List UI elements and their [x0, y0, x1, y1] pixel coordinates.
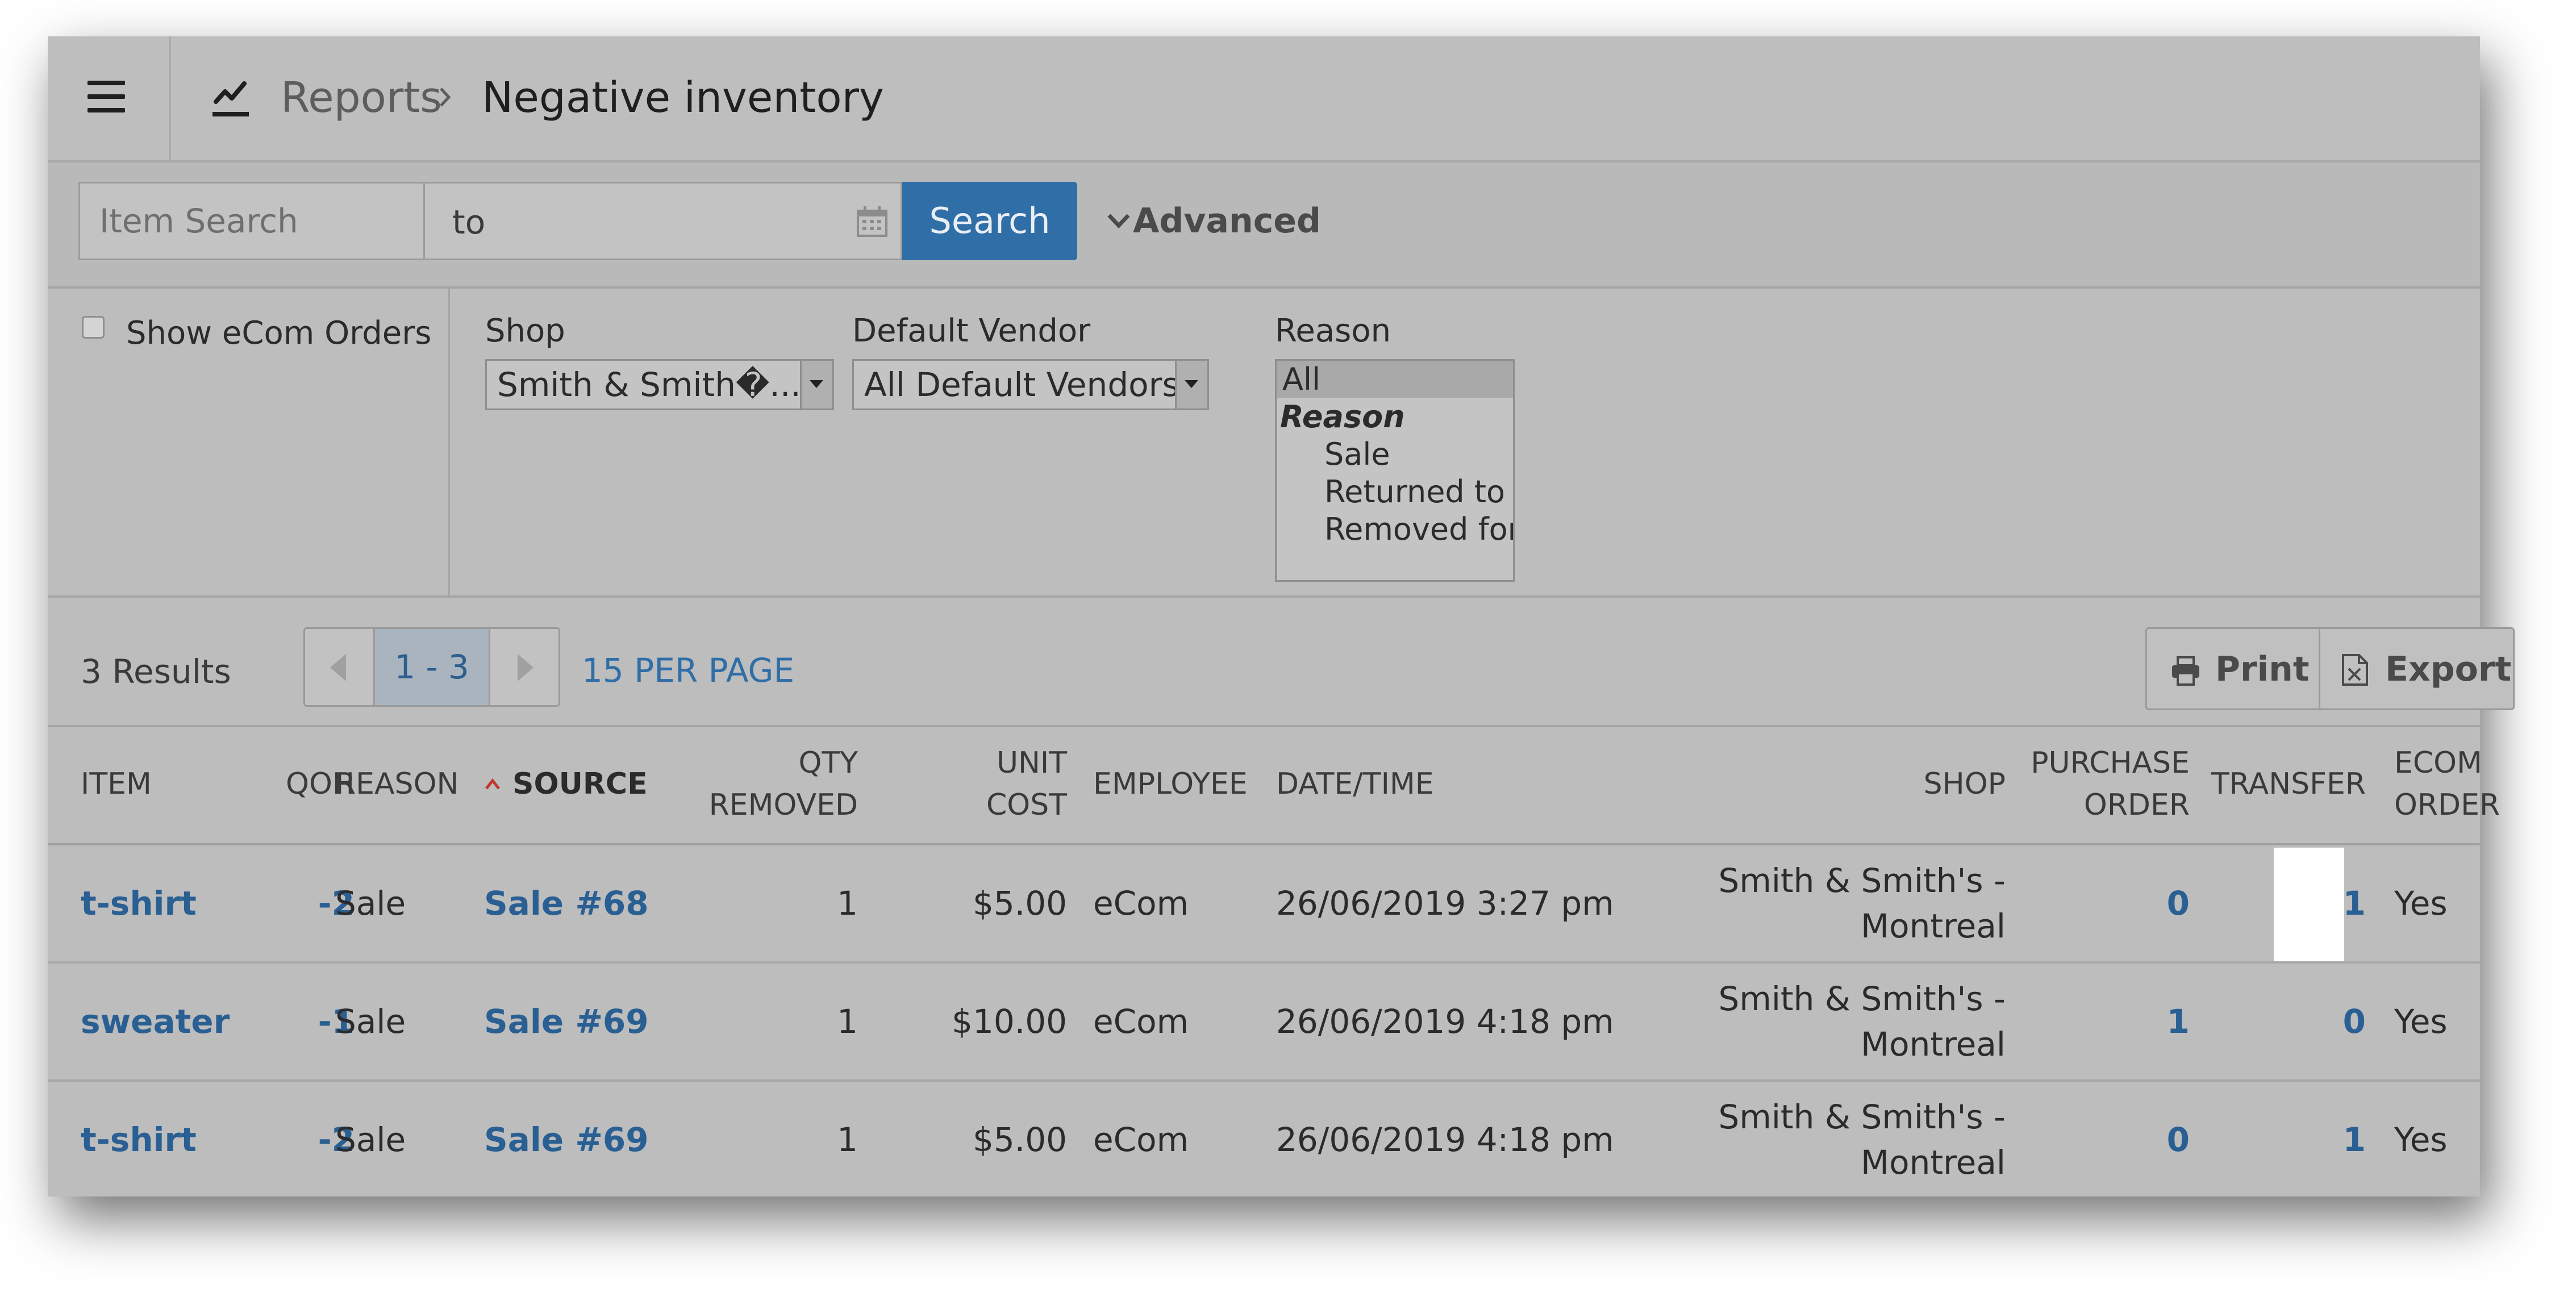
dropdown-arrow-icon	[1175, 361, 1207, 408]
source-link[interactable]: Sale #69	[484, 1082, 649, 1198]
purchase-order-link[interactable]: 1	[2002, 964, 2190, 1079]
chevron-right-icon	[440, 87, 451, 107]
col-reason[interactable]: REASON	[335, 739, 458, 829]
purchase-order-link[interactable]: 0	[2002, 1082, 2190, 1198]
col-purchase-order[interactable]: PURCHASE ORDER	[2002, 739, 2190, 829]
unit-cost-cell: $5.00	[972, 1120, 1067, 1159]
col-qty-removed[interactable]: QTY REMOVED	[673, 739, 858, 829]
vendor-select-value: All Default Vendors	[864, 365, 1179, 404]
ecom-order-cell: Yes	[2394, 1002, 2448, 1041]
reason-option-returned[interactable]: Returned to vendor	[1277, 473, 1513, 511]
vendor-filter-label: Default Vendor	[852, 312, 1091, 349]
menu-button[interactable]	[48, 36, 171, 160]
source-link[interactable]: Sale #68	[484, 845, 649, 961]
advanced-toggle[interactable]: Advanced	[1104, 201, 1321, 241]
chart-check-icon	[212, 81, 249, 116]
menu-icon	[87, 108, 125, 112]
date-range-text: to	[452, 203, 486, 241]
employee-cell: eCom	[1093, 884, 1189, 923]
print-button[interactable]: Print	[2147, 629, 2320, 708]
reason-cell: Sale	[335, 884, 406, 923]
qty-removed-cell: 1	[837, 1120, 858, 1159]
action-buttons: Print Export	[2145, 627, 2515, 710]
item-link[interactable]: t-shirt	[81, 1082, 197, 1198]
datetime-cell: 26/06/2019 4:18 pm	[1276, 1120, 1614, 1159]
date-range-field[interactable]: to	[425, 182, 902, 260]
export-button[interactable]: Export	[2320, 629, 2513, 708]
show-ecom-label[interactable]: Show eCom Orders	[126, 315, 431, 352]
printer-icon	[2172, 656, 2199, 686]
dropdown-arrow-icon	[800, 361, 832, 408]
qty-removed-cell: 1	[837, 884, 858, 923]
unit-cost-cell: $5.00	[972, 884, 1067, 923]
reason-cell: Sale	[335, 1002, 406, 1041]
print-label: Print	[2215, 649, 2310, 689]
item-link[interactable]: sweater	[81, 964, 230, 1079]
transfer-link[interactable]: 0	[2195, 964, 2366, 1079]
shop-cell: Smith & Smith's - Montreal	[1718, 979, 2006, 1064]
page-title: Negative inventory	[482, 73, 884, 122]
previous-page-button[interactable]	[305, 629, 375, 705]
chevron-down-icon	[1107, 214, 1130, 229]
shop-filter-label: Shop	[485, 312, 565, 349]
search-button[interactable]: Search	[902, 182, 1077, 260]
employee-cell: eCom	[1093, 1002, 1189, 1041]
menu-icon	[87, 94, 125, 99]
advanced-label: Advanced	[1133, 201, 1321, 241]
purchase-order-link[interactable]: 0	[2002, 845, 2190, 961]
export-label: Export	[2385, 649, 2512, 689]
shop-cell: Smith & Smith's - Montreal	[1718, 1098, 2006, 1182]
datetime-cell: 26/06/2019 3:27 pm	[1276, 884, 1614, 923]
reason-option-all[interactable]: All	[1277, 361, 1513, 398]
vendor-select[interactable]: All Default Vendors	[852, 359, 1209, 410]
col-source[interactable]: SOURCE	[484, 739, 648, 829]
menu-icon	[87, 81, 125, 85]
qty-removed-cell: 1	[837, 1002, 858, 1041]
reason-filter-label: Reason	[1275, 312, 1391, 349]
breadcrumb-reports[interactable]: Reports	[281, 69, 442, 126]
col-ecom-order[interactable]: ECOM ORDER	[2394, 739, 2500, 829]
calendar-icon[interactable]	[856, 205, 889, 238]
col-datetime[interactable]: DATE/TIME	[1276, 739, 1434, 829]
col-shop[interactable]: SHOP	[1866, 739, 2006, 829]
spreadsheet-icon	[2342, 654, 2368, 686]
shop-select-value: Smith & Smith�...	[497, 365, 801, 404]
col-unit-cost[interactable]: UNIT COST	[934, 739, 1067, 829]
results-count: 3 Results	[81, 652, 231, 691]
current-page-range: 1 - 3	[375, 629, 489, 705]
app-window: Reports Negative inventory to Search Adv…	[48, 36, 2515, 1198]
employee-cell: eCom	[1093, 1120, 1189, 1159]
filters-divider	[448, 289, 450, 595]
shop-cell: Smith & Smith's - Montreal	[1718, 861, 2006, 945]
col-employee[interactable]: EMPLOYEE	[1093, 739, 1248, 829]
reason-option-sale[interactable]: Sale	[1277, 436, 1513, 473]
reason-option-removed[interactable]: Removed for transfer	[1277, 511, 1513, 548]
reason-cell: Sale	[335, 1120, 406, 1159]
shop-select[interactable]: Smith & Smith�...	[485, 359, 834, 410]
ecom-order-cell: Yes	[2394, 884, 2448, 923]
unit-cost-cell: $10.00	[952, 1002, 1067, 1041]
transfer-link[interactable]: 1	[2195, 845, 2366, 961]
col-item[interactable]: ITEM	[81, 739, 152, 829]
reason-listbox[interactable]: All Reason Sale Returned to vendor Remov…	[1275, 359, 1515, 582]
page-header: Reports Negative inventory	[48, 36, 2480, 162]
per-page-selector[interactable]: 15 PER PAGE	[582, 651, 794, 690]
col-transfer[interactable]: TRANSFER	[2195, 739, 2366, 829]
transfer-link[interactable]: 1	[2195, 1082, 2366, 1198]
reason-optgroup: Reason	[1280, 399, 1405, 435]
item-search-input[interactable]	[78, 182, 425, 260]
source-link[interactable]: Sale #69	[484, 964, 649, 1079]
ecom-order-cell: Yes	[2394, 1120, 2448, 1159]
next-page-button[interactable]	[489, 629, 558, 705]
item-link[interactable]: t-shirt	[81, 845, 197, 961]
pagination: 1 - 3	[303, 627, 560, 707]
sort-ascending-icon	[485, 778, 500, 790]
datetime-cell: 26/06/2019 4:18 pm	[1276, 1002, 1614, 1041]
show-ecom-checkbox[interactable]	[82, 316, 105, 339]
